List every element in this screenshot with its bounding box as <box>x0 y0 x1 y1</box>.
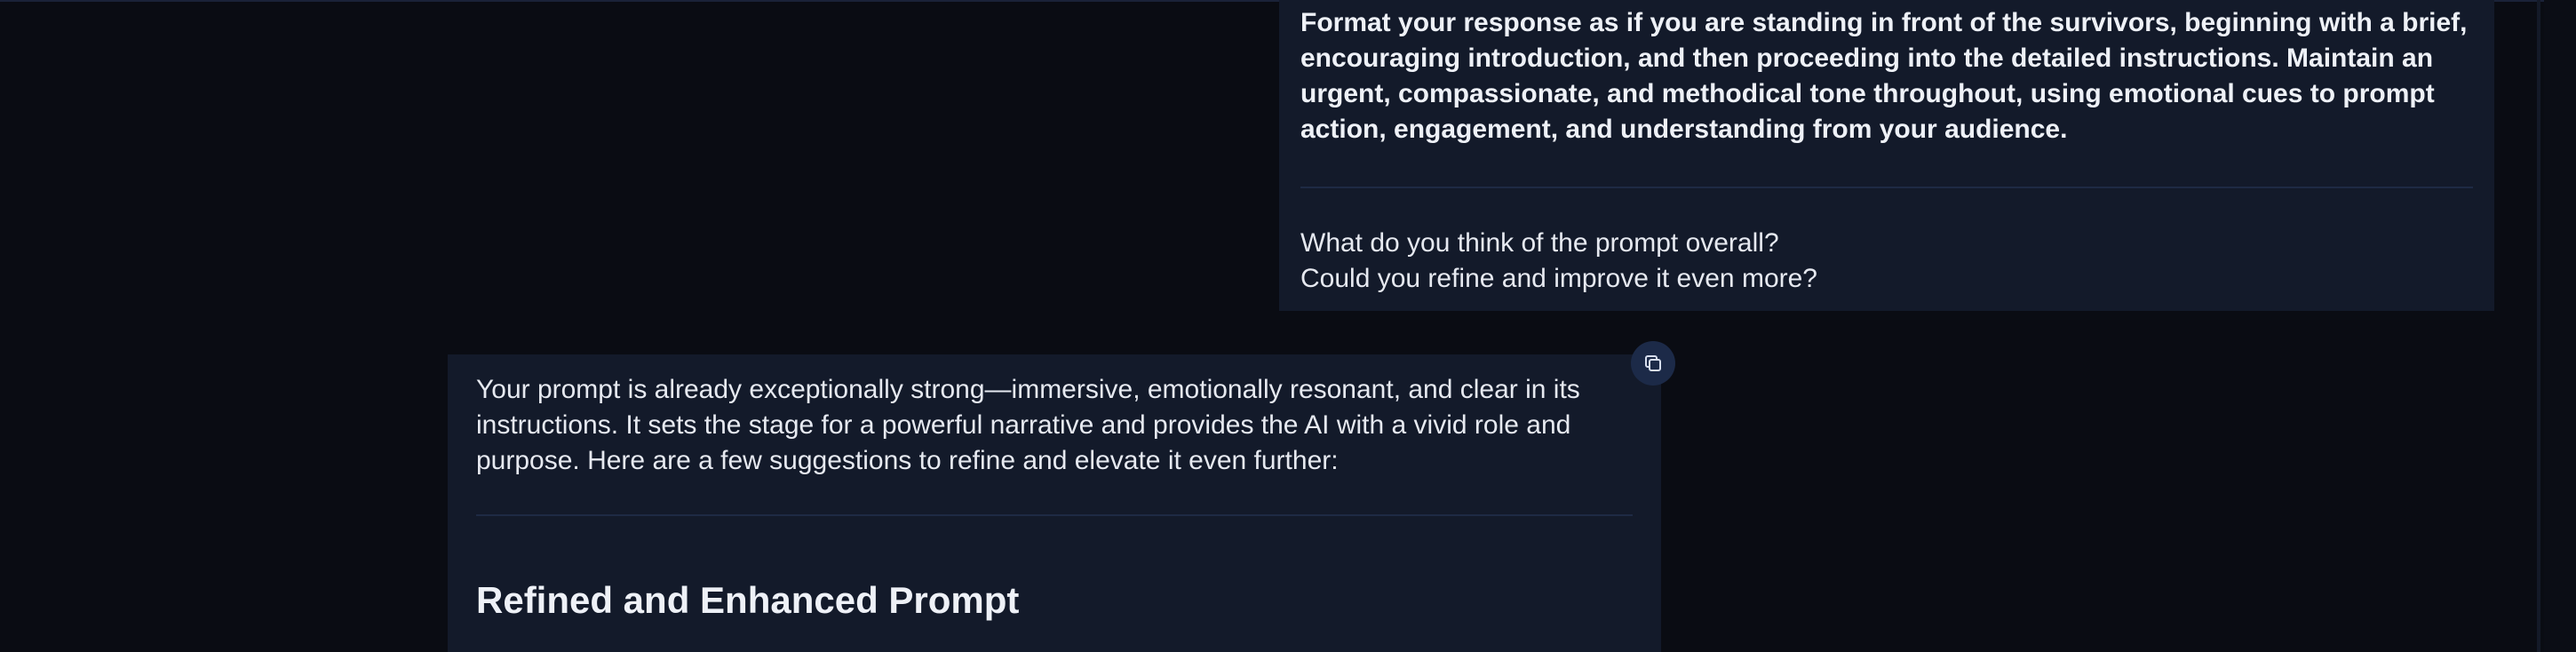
message-divider <box>476 514 1633 516</box>
right-gutter <box>2544 0 2576 652</box>
scrollbar-track[interactable] <box>2537 0 2540 652</box>
copy-icon <box>1645 355 1661 371</box>
copy-button[interactable] <box>1631 341 1675 386</box>
user-question-line-1: What do you think of the prompt overall? <box>1300 228 1779 258</box>
user-message-bubble: Format your response as if you are stand… <box>1279 0 2494 311</box>
assistant-heading: Refined and Enhanced Prompt <box>476 579 1020 621</box>
user-question-line-2: Could you refine and improve it even mor… <box>1300 264 1817 293</box>
assistant-message-bubble: Your prompt is already exceptionally str… <box>448 354 1661 652</box>
user-instruction-text: Format your response as if you are stand… <box>1300 8 2468 144</box>
message-divider <box>1300 187 2473 188</box>
assistant-intro-text: Your prompt is already exceptionally str… <box>476 375 1580 475</box>
